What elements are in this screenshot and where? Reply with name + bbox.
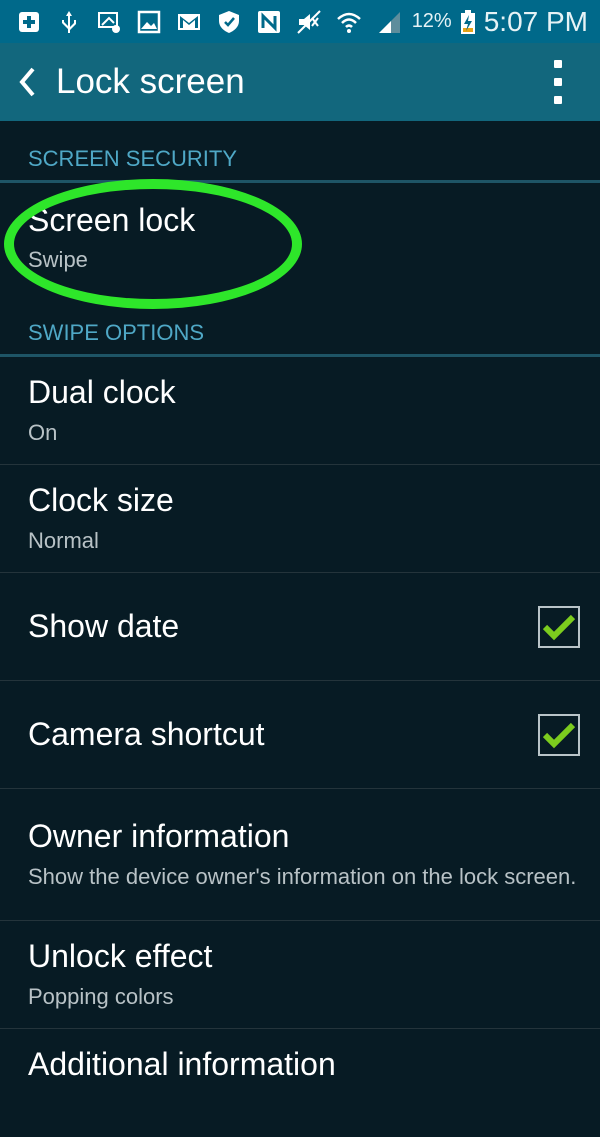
setting-title: Show date xyxy=(28,608,180,645)
setting-value: On xyxy=(28,419,58,445)
back-arrow-icon xyxy=(19,67,35,97)
status-bar: 12% 5:07 PM xyxy=(0,0,600,43)
setting-owner-information[interactable]: Owner information Show the device owner'… xyxy=(0,789,600,921)
back-button[interactable] xyxy=(2,43,52,121)
show-date-checkbox[interactable] xyxy=(538,605,580,648)
setting-dual-clock[interactable]: Dual clock On xyxy=(0,357,600,465)
section-label: SWIPE OPTIONS xyxy=(28,320,205,345)
app-bar: Lock screen xyxy=(0,43,600,121)
setting-title: Dual clock xyxy=(28,374,176,411)
setting-title: Camera shortcut xyxy=(28,716,265,753)
setting-show-date[interactable]: Show date xyxy=(0,573,600,681)
setting-screen-lock[interactable]: Screen lock Swipe xyxy=(0,183,600,293)
setting-clock-size[interactable]: Clock size Normal xyxy=(0,465,600,573)
setting-value: Swipe xyxy=(28,247,88,273)
setting-title: Additional information xyxy=(28,1046,336,1082)
setting-description: Show the device owner's information on t… xyxy=(28,863,577,889)
wifi-icon xyxy=(336,9,362,35)
overflow-dot xyxy=(554,96,562,104)
section-header-swipe-options: SWIPE OPTIONS xyxy=(0,293,600,357)
overflow-dot xyxy=(554,78,562,86)
overflow-dot xyxy=(554,60,562,68)
settings-list: SCREEN SECURITY Screen lock Swipe SWIPE … xyxy=(0,121,600,1137)
section-label: SCREEN SECURITY xyxy=(28,146,238,171)
setting-title: Clock size xyxy=(28,482,174,519)
setting-camera-shortcut[interactable]: Camera shortcut xyxy=(0,681,600,789)
page-title: Lock screen xyxy=(56,62,245,101)
more-options-button[interactable] xyxy=(528,43,588,121)
plus-box-icon xyxy=(16,9,42,35)
checkmark-icon xyxy=(542,722,576,748)
screen-mirror-icon xyxy=(96,9,122,35)
checkmark-icon xyxy=(542,614,576,640)
setting-value: Normal xyxy=(28,527,99,553)
nfc-icon xyxy=(256,9,282,35)
clock-time: 5:07 PM xyxy=(483,5,588,37)
mute-icon xyxy=(296,9,322,35)
setting-value: Popping colors xyxy=(28,983,174,1009)
usb-icon xyxy=(56,9,82,35)
gmail-icon xyxy=(176,9,202,35)
signal-icon xyxy=(376,9,402,35)
image-icon xyxy=(136,9,162,35)
section-header-screen-security: SCREEN SECURITY xyxy=(0,121,600,183)
shield-icon xyxy=(216,9,242,35)
setting-unlock-effect[interactable]: Unlock effect Popping colors xyxy=(0,921,600,1029)
setting-additional-information[interactable]: Additional information xyxy=(0,1029,600,1137)
battery-percent: 12% xyxy=(411,10,452,32)
camera-shortcut-checkbox[interactable] xyxy=(538,713,580,756)
setting-title: Unlock effect xyxy=(28,938,213,975)
setting-title: Screen lock xyxy=(28,201,196,238)
setting-title: Owner information xyxy=(28,818,290,855)
battery-charging-icon xyxy=(460,9,476,35)
